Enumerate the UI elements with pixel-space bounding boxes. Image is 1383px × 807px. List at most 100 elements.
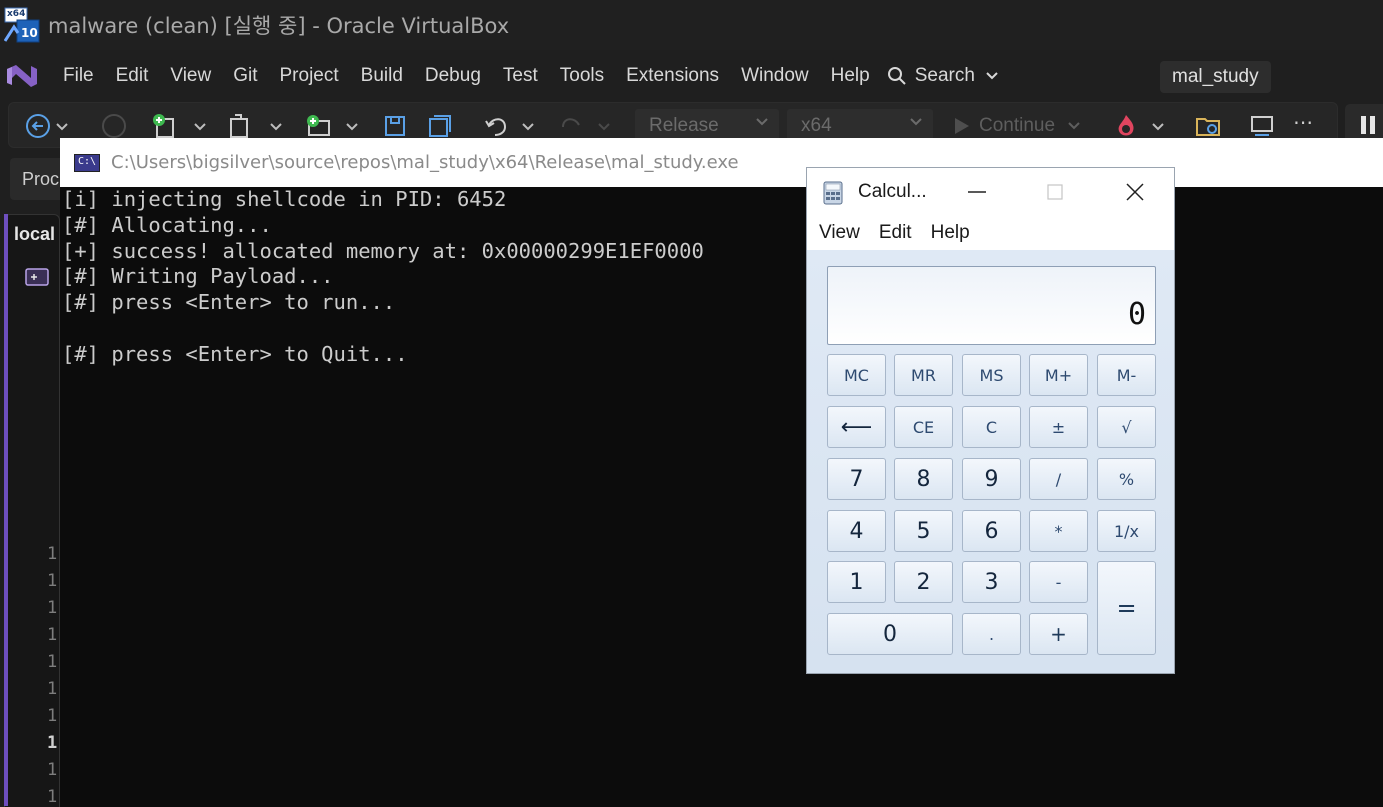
equals-button[interactable]: = <box>1097 561 1156 655</box>
line-number: 1 <box>47 571 58 591</box>
minimize-icon <box>968 191 986 193</box>
minimize-button[interactable] <box>962 178 992 206</box>
menu-tools[interactable]: Tools <box>551 65 617 87</box>
calc-menu-view[interactable]: View <box>819 222 860 244</box>
hot-reload-button[interactable] <box>1113 113 1173 139</box>
line-number: 1 <box>47 787 58 807</box>
menu-file[interactable]: File <box>54 65 107 87</box>
digit-0-button[interactable]: 0 <box>827 613 953 655</box>
menu-git[interactable]: Git <box>224 65 270 87</box>
menu-extensions[interactable]: Extensions <box>617 65 732 87</box>
window-share-icon <box>1251 116 1273 136</box>
open-file-button[interactable] <box>227 113 293 139</box>
digit-5-button[interactable]: 5 <box>894 510 953 552</box>
calc-menu-edit[interactable]: Edit <box>879 222 912 244</box>
square-root-button[interactable]: √ <box>1097 406 1156 448</box>
reciprocal-button[interactable]: 1/x <box>1097 510 1156 552</box>
memory-subtract-button[interactable]: M- <box>1097 354 1156 396</box>
visual-studio-logo-icon[interactable] <box>4 61 40 91</box>
live-share-button[interactable] <box>1249 113 1277 139</box>
tab-local[interactable]: local <box>14 224 55 245</box>
digit-9-button[interactable]: 9 <box>962 458 1021 500</box>
console-title: C:\Users\bigsilver\source\repos\mal_stud… <box>111 152 739 173</box>
window-title: malware (clean) [실행 중] - Oracle VirtualB… <box>48 14 510 38</box>
console-icon-label: C:\ <box>78 155 97 167</box>
line-number: 1 <box>47 679 58 699</box>
new-project-button[interactable] <box>151 113 217 139</box>
calc-menu-help[interactable]: Help <box>931 222 970 244</box>
chevron-down-icon <box>986 72 998 80</box>
divide-button[interactable]: / <box>1029 458 1088 500</box>
line-number: 1 <box>47 598 58 618</box>
line-number: 1 <box>47 652 58 672</box>
redo-button[interactable] <box>559 113 619 139</box>
vm-icon-label-bottom: 10 <box>21 26 38 40</box>
menu-edit[interactable]: Edit <box>107 65 162 87</box>
line-number-current: 1 <box>47 733 58 753</box>
save-button[interactable] <box>383 113 407 139</box>
menu-debug[interactable]: Debug <box>416 65 494 87</box>
menu-build[interactable]: Build <box>352 65 416 87</box>
calculator-menubar: View Edit Help <box>807 216 1174 250</box>
digit-2-button[interactable]: 2 <box>894 561 953 603</box>
maximize-button[interactable] <box>1040 178 1070 206</box>
menu-project[interactable]: Project <box>271 65 352 87</box>
calculator-title: Calcul... <box>858 181 927 202</box>
display-value: 0 <box>1127 297 1146 332</box>
virtualbox-vm-icon: x64 10 <box>3 7 40 43</box>
clear-entry-button[interactable]: CE <box>894 406 953 448</box>
undo-button[interactable] <box>483 113 543 139</box>
plus-minus-button[interactable]: ± <box>1029 406 1088 448</box>
subtract-button[interactable]: - <box>1029 561 1088 603</box>
console-titlebar[interactable]: C:\ C:\Users\bigsilver\source\repos\mal_… <box>60 138 1383 187</box>
solution-explorer-button[interactable] <box>1195 113 1223 139</box>
chevron-down-icon <box>910 118 922 126</box>
vbox-titlebar: x64 10 malware (clean) [실행 중] - Oracle V… <box>0 0 1383 50</box>
digit-1-button[interactable]: 1 <box>827 561 886 603</box>
percent-button[interactable]: % <box>1097 458 1156 500</box>
memory-add-button[interactable]: M+ <box>1029 354 1088 396</box>
calculator-body: 0 MC MR MS M+ M- ⟵ CE C ± √ 7 8 9 / % 4 … <box>807 250 1174 673</box>
more-options-icon[interactable]: ⋯ <box>1293 109 1313 135</box>
menu-view[interactable]: View <box>161 65 224 87</box>
add-button[interactable]: + <box>1029 613 1088 655</box>
folder-search-icon <box>1196 118 1220 136</box>
memory-clear-button[interactable]: MC <box>827 354 886 396</box>
line-number: 1 <box>47 760 58 780</box>
menu-window[interactable]: Window <box>732 65 822 87</box>
menu-test[interactable]: Test <box>494 65 551 87</box>
undo-icon <box>485 118 534 136</box>
clear-button[interactable]: C <box>962 406 1021 448</box>
calculator-window[interactable]: Calcul... View Edit Help 0 MC MR MS M+ M… <box>806 167 1175 674</box>
add-item-button[interactable] <box>303 113 369 139</box>
console-line: [#] Writing Payload... <box>62 264 334 289</box>
navigate-forward-button[interactable] <box>101 113 127 139</box>
decimal-point-button[interactable]: . <box>962 613 1021 655</box>
search-menu[interactable]: Search <box>887 65 1007 87</box>
digit-7-button[interactable]: 7 <box>827 458 886 500</box>
backspace-button[interactable]: ⟵ <box>827 406 886 448</box>
menu-help[interactable]: Help <box>822 65 883 87</box>
console-line: [#] press <Enter> to Quit... <box>62 341 408 366</box>
memory-store-button[interactable]: MS <box>962 354 1021 396</box>
vm-icon-label-top: x64 <box>7 9 26 19</box>
digit-6-button[interactable]: 6 <box>962 510 1021 552</box>
solution-name-badge[interactable]: mal_study <box>1160 61 1271 93</box>
continue-button[interactable]: Continue <box>951 113 1081 139</box>
memory-recall-button[interactable]: MR <box>894 354 953 396</box>
line-number: 1 <box>47 706 58 726</box>
multiply-button[interactable]: * <box>1029 510 1088 552</box>
active-tab-indicator <box>4 214 8 806</box>
configuration-value: Release <box>649 115 719 136</box>
digit-4-button[interactable]: 4 <box>827 510 886 552</box>
navigate-back-button[interactable] <box>25 113 73 139</box>
console-window[interactable]: C:\ C:\Users\bigsilver\source\repos\mal_… <box>60 138 1383 807</box>
continue-label: Continue <box>979 115 1056 136</box>
digit-8-button[interactable]: 8 <box>894 458 953 500</box>
tab-pin-icon[interactable] <box>25 267 49 287</box>
digit-3-button[interactable]: 3 <box>962 561 1021 603</box>
close-button[interactable] <box>1120 178 1150 206</box>
calculator-titlebar[interactable]: Calcul... <box>807 168 1174 216</box>
save-all-button[interactable] <box>427 113 453 139</box>
